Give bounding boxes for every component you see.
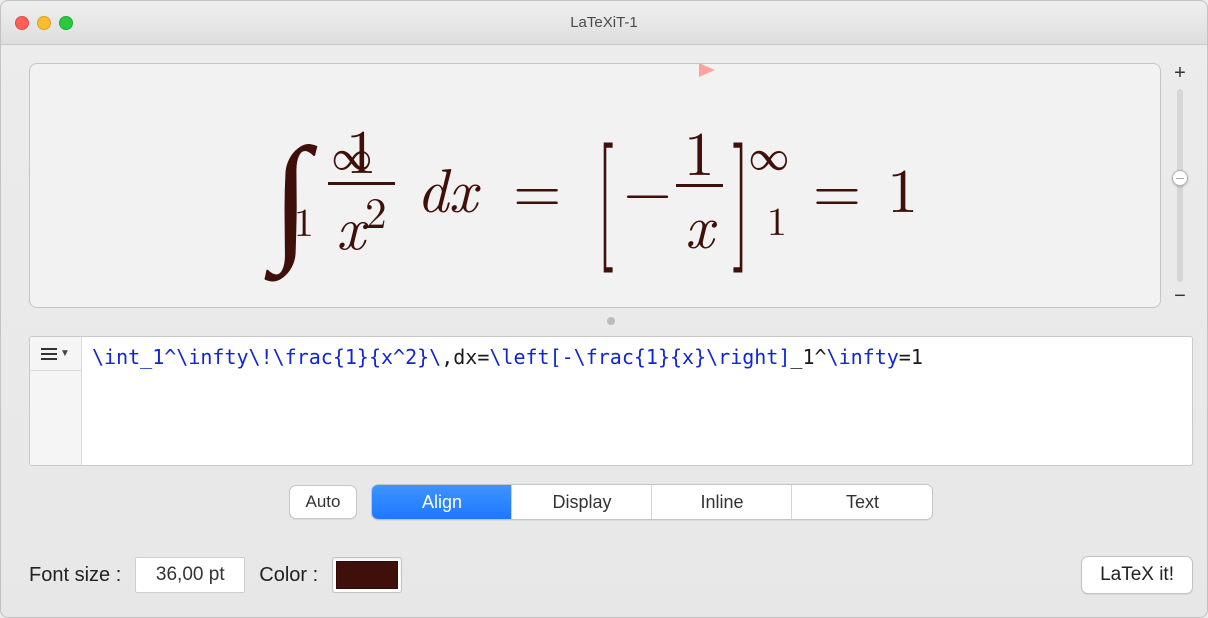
latex-it-button[interactable]: LaTeX it! [1081,556,1193,594]
minus-sign: − [624,142,672,230]
rendered-equation: ∫ ∞ 1 1 x2 dx = [ − 1 [272,116,918,255]
fontsize-input[interactable] [135,557,245,593]
preamble-menu-button[interactable]: ▼ [30,337,81,371]
color-well[interactable] [332,557,402,593]
hamburger-icon [41,348,57,360]
window-close-button[interactable] [15,16,29,30]
color-label: Color : [259,564,318,587]
mode-tab-text[interactable]: Text [792,485,932,519]
mode-segmented: AlignDisplayInlineText [371,484,933,520]
mode-tab-align[interactable]: Align [372,485,512,519]
bracket-upper-limit: ∞ [749,124,789,181]
baseline-marker-icon [697,61,719,77]
source-editor: ▼ \int_1^\infty\!\frac{1}{x^2}\,dx=\left… [29,336,1193,466]
bracket-evaluation: [ − 1 x ] ∞ 1 [587,118,787,253]
differential: dx [417,142,477,230]
latex-source-input[interactable]: \int_1^\infty\!\frac{1}{x^2}\,dx=\left[-… [82,337,1192,465]
zoom-thumb[interactable] [1172,170,1188,186]
content-area: ∫ ∞ 1 1 x2 dx = [ − 1 [1,45,1207,617]
chevron-down-icon: ▼ [60,348,70,359]
titlebar: LaTeXiT-1 [1,1,1207,45]
editor-gutter: ▼ [30,337,82,465]
fraction-denominator: x [677,191,722,253]
mode-row: Auto AlignDisplayInlineText [29,484,1193,520]
equals-sign: = [813,142,861,230]
preview-row: ∫ ∞ 1 1 x2 dx = [ − 1 [29,63,1193,308]
auto-button[interactable]: Auto [289,485,358,519]
fontsize-label: Font size : [29,564,121,587]
zoom-track[interactable] [1177,89,1183,282]
window-zoom-button[interactable] [59,16,73,30]
preview-panel[interactable]: ∫ ∞ 1 1 x2 dx = [ − 1 [29,63,1161,308]
window-title: LaTeXiT-1 [1,14,1207,31]
bottom-bar: Font size : Color : LaTeX it! [29,556,1193,594]
color-swatch [336,561,398,589]
integral-upper-limit: ∞ [332,124,372,181]
zoom-in-button[interactable]: + [1174,63,1186,85]
left-bracket: [ [596,140,614,231]
antiderivative-fraction: 1 x [676,118,723,253]
pane-splitter[interactable] [29,316,1193,326]
traffic-lights [15,16,73,30]
result-value: 1 [887,142,918,230]
bracket-lower-limit: 1 [767,190,787,247]
app-window: LaTeXiT-1 ∫ ∞ 1 1 x2 [0,0,1208,618]
zoom-out-button[interactable]: − [1174,286,1186,308]
mode-tab-inline[interactable]: Inline [652,485,792,519]
right-bracket: ] [732,140,750,231]
window-minimize-button[interactable] [37,16,51,30]
mode-tab-display[interactable]: Display [512,485,652,519]
integral-lower-limit: 1 [294,191,314,248]
fraction-numerator: 1 [676,118,723,180]
equals-sign: = [513,142,561,230]
fraction-denominator: x2 [328,189,394,255]
zoom-slider: + − [1167,63,1193,308]
